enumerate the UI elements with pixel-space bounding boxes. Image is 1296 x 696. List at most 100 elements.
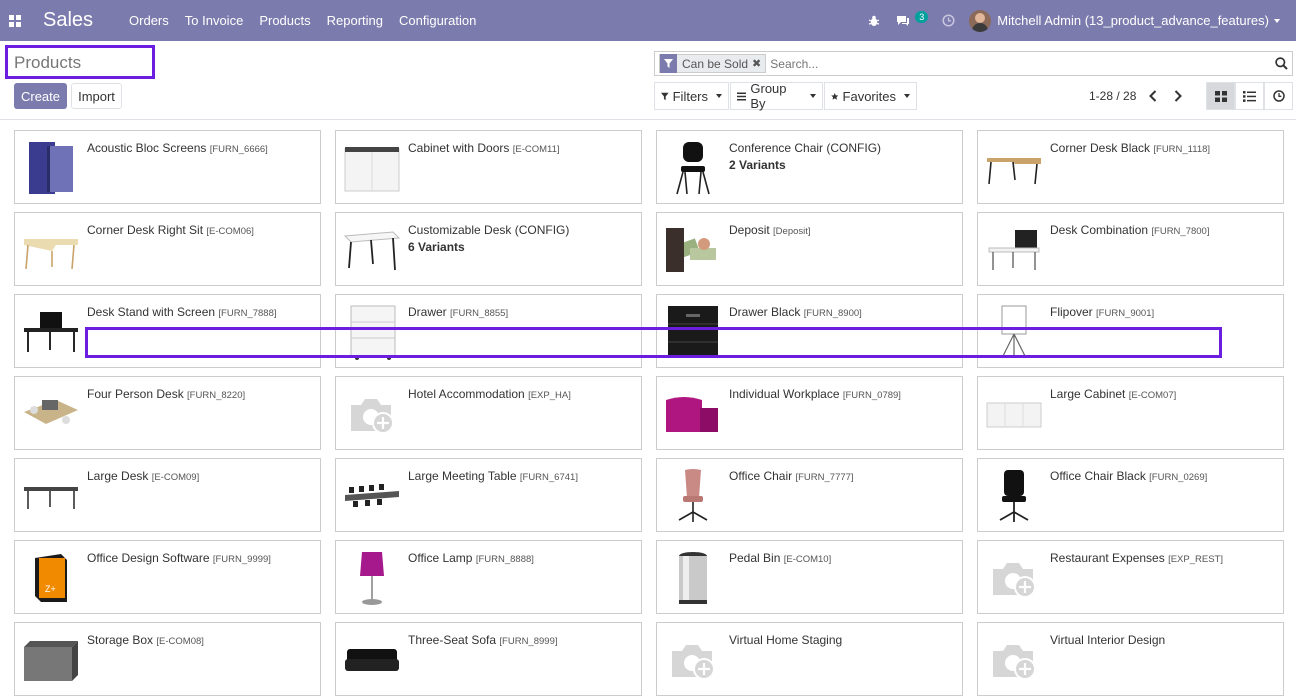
product-card[interactable]: Large Desk [E-COM09] [14, 458, 321, 532]
product-code: [FURN_8900] [803, 308, 862, 319]
create-button[interactable]: Create [14, 83, 67, 109]
kanban-view-button[interactable] [1206, 82, 1235, 110]
product-code: [E-COM07] [1128, 390, 1177, 401]
menu-item-reporting[interactable]: Reporting [319, 0, 391, 41]
product-name-text: Large Meeting Table [408, 469, 517, 483]
product-image [343, 549, 401, 607]
product-card[interactable]: Drawer Black [FURN_8900] [656, 294, 963, 368]
product-name: Hotel Accommodation [EXP_HA] [408, 387, 571, 401]
product-card[interactable]: Hotel Accommodation [EXP_HA] [335, 376, 642, 450]
filter-facet[interactable]: Can be Sold ✖ [659, 54, 767, 73]
product-card[interactable]: Office Lamp [FURN_8888] [335, 540, 642, 614]
product-image: Z+ [22, 549, 80, 607]
user-menu[interactable]: Mitchell Admin (13_product_advance_featu… [969, 9, 1280, 32]
product-name: Drawer [FURN_8855] [408, 305, 508, 319]
product-card[interactable]: Desk Stand with Screen [FURN_7888] [14, 294, 321, 368]
previous-page-button[interactable] [1144, 86, 1162, 106]
product-code: [Deposit] [773, 226, 811, 237]
facet-label: Can be Sold [682, 56, 749, 71]
product-card[interactable]: Conference Chair (CONFIG) 2 Variants [656, 130, 963, 204]
product-name: Desk Stand with Screen [FURN_7888] [87, 305, 277, 319]
user-name: Mitchell Admin (13_product_advance_featu… [997, 13, 1269, 28]
product-card[interactable]: Desk Combination [FURN_7800] [977, 212, 1284, 286]
product-name-text: Four Person Desk [87, 387, 184, 401]
import-button[interactable]: Import [71, 83, 122, 109]
product-card[interactable]: Four Person Desk [FURN_8220] [14, 376, 321, 450]
groupby-label: Group By [750, 81, 787, 111]
product-name: Drawer Black [FURN_8900] [729, 305, 862, 319]
product-name-text: Corner Desk Right Sit [87, 223, 204, 237]
search-input[interactable] [770, 53, 1270, 74]
list-view-button[interactable] [1235, 82, 1264, 110]
debug-bug-icon[interactable] [860, 0, 888, 41]
product-card[interactable]: Three-Seat Sofa [FURN_8999] [335, 622, 642, 696]
product-code: [FURN_6741] [519, 472, 578, 483]
product-card[interactable]: Acoustic Bloc Screens [FURN_6666] [14, 130, 321, 204]
product-name-text: Cabinet with Doors [408, 141, 510, 155]
search-icon[interactable] [1270, 57, 1292, 70]
product-image [22, 385, 80, 443]
product-image [985, 303, 1043, 361]
product-card[interactable]: Cabinet with Doors [E-COM11] [335, 130, 642, 204]
product-card[interactable]: Individual Workplace [FURN_0789] [656, 376, 963, 450]
product-image [664, 549, 722, 607]
close-icon[interactable]: ✖ [752, 57, 765, 70]
product-code: [FURN_7800] [1151, 226, 1210, 237]
product-name: Office Design Software [FURN_9999] [87, 551, 271, 565]
product-name-text: Office Chair Black [1050, 469, 1146, 483]
menu-item-orders[interactable]: Orders [121, 0, 177, 41]
chat-icon[interactable]: 3 [888, 0, 929, 41]
product-card[interactable]: Z+ Office Design Software [FURN_9999] [14, 540, 321, 614]
product-card[interactable]: Deposit [Deposit] [656, 212, 963, 286]
product-code: [FURN_7888] [218, 308, 277, 319]
chevron-down-icon [810, 94, 816, 98]
activity-clock-icon[interactable] [928, 0, 969, 41]
product-name: Office Chair Black [FURN_0269] [1050, 469, 1207, 483]
product-code: [E-COM11] [512, 144, 560, 155]
product-image [985, 139, 1043, 197]
product-name-text: Individual Workplace [729, 387, 840, 401]
product-card[interactable]: Storage Box [E-COM08] [14, 622, 321, 696]
filters-dropdown[interactable]: Filters [654, 82, 729, 110]
product-card[interactable]: Virtual Interior Design [977, 622, 1284, 696]
product-code: [E-COM10] [783, 554, 832, 565]
product-code: [FURN_0269] [1149, 472, 1208, 483]
product-name: Corner Desk Black [FURN_1118] [1050, 141, 1210, 155]
product-card[interactable]: Restaurant Expenses [EXP_REST] [977, 540, 1284, 614]
product-card[interactable]: Office Chair [FURN_7777] [656, 458, 963, 532]
product-image [664, 139, 722, 197]
product-card[interactable]: Customizable Desk (CONFIG) 6 Variants [335, 212, 642, 286]
menu-item-configuration[interactable]: Configuration [391, 0, 484, 41]
next-page-button[interactable] [1169, 86, 1187, 106]
image-placeholder-icon [985, 549, 1043, 607]
product-code: [E-COM08] [156, 636, 204, 647]
menu-item-to-invoice[interactable]: To Invoice [177, 0, 252, 41]
product-name: Pedal Bin [E-COM10] [729, 551, 831, 565]
star-icon [831, 92, 839, 100]
apps-menu-icon[interactable] [0, 0, 30, 41]
product-card[interactable]: Large Cabinet [E-COM07] [977, 376, 1284, 450]
pager-value[interactable]: 1-28 / 28 [1089, 89, 1136, 103]
product-card[interactable]: Corner Desk Black [FURN_1118] [977, 130, 1284, 204]
groupby-dropdown[interactable]: Group By [730, 81, 823, 111]
product-card[interactable]: Office Chair Black [FURN_0269] [977, 458, 1284, 532]
product-name: Virtual Interior Design [1050, 633, 1165, 647]
product-card[interactable]: Corner Desk Right Sit [E-COM06] [14, 212, 321, 286]
product-image [985, 467, 1043, 525]
product-name-text: Virtual Home Staging [729, 633, 843, 647]
product-name-text: Desk Combination [1050, 223, 1149, 237]
product-card[interactable]: Pedal Bin [E-COM10] [656, 540, 963, 614]
product-name-text: Large Cabinet [1050, 387, 1126, 401]
menu-item-products[interactable]: Products [251, 0, 318, 41]
activity-view-button[interactable] [1264, 82, 1293, 110]
product-card[interactable]: Large Meeting Table [FURN_6741] [335, 458, 642, 532]
product-card[interactable]: Drawer [FURN_8855] [335, 294, 642, 368]
product-name: Large Cabinet [E-COM07] [1050, 387, 1176, 401]
product-card[interactable]: Virtual Home Staging [656, 622, 963, 696]
app-name[interactable]: Sales [43, 9, 93, 32]
product-image [22, 467, 80, 525]
product-image [22, 303, 80, 361]
favorites-dropdown[interactable]: Favorites [824, 82, 917, 110]
product-card[interactable]: Flipover [FURN_9001] [977, 294, 1284, 368]
product-name-text: Desk Stand with Screen [87, 305, 216, 319]
